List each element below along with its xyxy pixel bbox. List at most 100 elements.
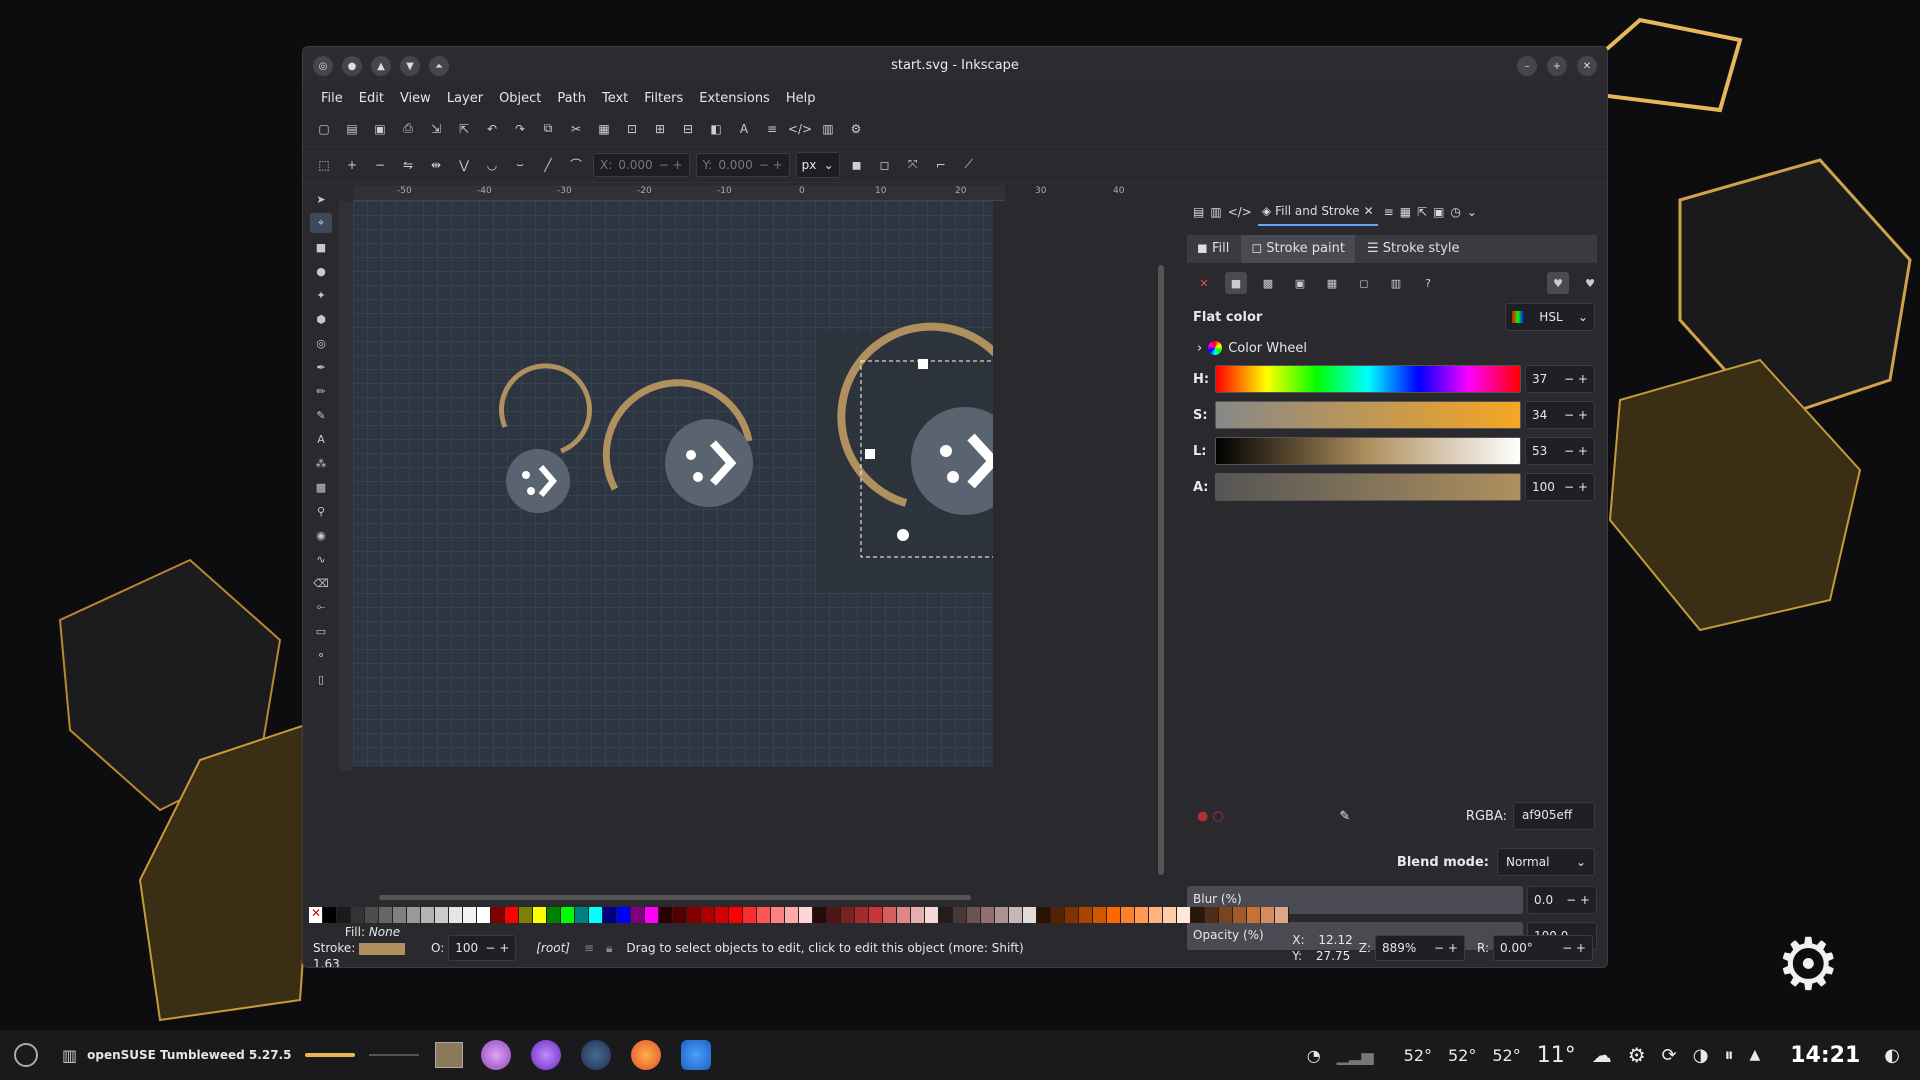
show-mask-icon[interactable]: ◻ — [874, 154, 896, 176]
text-tool-icon[interactable]: A — [310, 429, 332, 449]
palette-swatch[interactable] — [1065, 907, 1079, 923]
drawing-canvas[interactable] — [353, 201, 993, 767]
palette-swatch[interactable] — [757, 907, 771, 923]
palette-swatch[interactable] — [631, 907, 645, 923]
palette-swatch[interactable] — [589, 907, 603, 923]
stepper-icon[interactable]: − + — [759, 158, 783, 172]
saturation-value-field[interactable]: 34 − + — [1525, 401, 1595, 429]
palette-swatch[interactable] — [827, 907, 841, 923]
zoom-field[interactable]: 889% − + — [1374, 935, 1465, 961]
redo-icon[interactable]: ↷ — [509, 118, 531, 140]
flat-color-icon[interactable]: ■ — [1225, 272, 1247, 294]
dock-icon[interactable]: ▥ — [1210, 205, 1221, 219]
color-mode-dropdown[interactable]: HSL ⌄ — [1505, 303, 1595, 331]
open-icon[interactable]: ▤ — [341, 118, 363, 140]
export-icon[interactable]: ⇱ — [1417, 205, 1427, 219]
desktop-thumb-icon[interactable] — [435, 1042, 464, 1068]
zoom-drawing-icon[interactable]: ⊞ — [649, 118, 671, 140]
calligraphy-tool-icon[interactable]: ✎ — [310, 405, 332, 425]
stepper-icon[interactable]: − + — [1564, 480, 1588, 494]
menu-layer[interactable]: Layer — [439, 91, 491, 106]
lock-icon[interactable]: 🔒︎ — [606, 941, 612, 956]
palette-swatch[interactable] — [1051, 907, 1065, 923]
maximize-icon[interactable]: + — [1547, 56, 1567, 76]
palette-swatch[interactable] — [1205, 907, 1219, 923]
dock-icon[interactable]: ▤ — [1193, 205, 1204, 219]
palette-swatch[interactable] — [435, 907, 449, 923]
settings-gear-icon[interactable]: ⚙ — [1628, 1043, 1646, 1067]
palette-swatch[interactable] — [1149, 907, 1163, 923]
system-settings-icon[interactable] — [581, 1040, 612, 1070]
stepper-icon[interactable]: − + — [485, 941, 509, 955]
menu-extensions[interactable]: Extensions — [691, 91, 778, 106]
menu-file[interactable]: File — [313, 91, 351, 106]
spray-tool-icon[interactable]: ⁂ — [310, 453, 332, 473]
transform-handles-icon[interactable]: ⤧ — [902, 154, 924, 176]
palette-swatch[interactable] — [547, 907, 561, 923]
palette-swatch[interactable] — [659, 907, 673, 923]
palette-swatch[interactable] — [687, 907, 701, 923]
palette-swatch[interactable] — [351, 907, 365, 923]
line-segment-icon[interactable]: ╱ — [537, 154, 559, 176]
break-path-icon[interactable]: ⇹ — [425, 154, 447, 176]
layers-icon[interactable]: ≡ — [584, 941, 594, 955]
pencil-tool-icon[interactable]: ✏ — [310, 381, 332, 401]
palette-swatch[interactable] — [785, 907, 799, 923]
pager-icon[interactable]: ▥ — [62, 1046, 77, 1065]
rgba-input[interactable]: af905eff — [1513, 802, 1595, 830]
dolphin-icon[interactable] — [681, 1040, 712, 1070]
stepper-icon[interactable]: − + — [1564, 372, 1588, 386]
rectangle-tool-icon[interactable]: ■ — [310, 237, 332, 257]
palette-swatch[interactable] — [841, 907, 855, 923]
menu-help[interactable]: Help — [778, 91, 824, 106]
hue-value-field[interactable]: 37 − + — [1525, 365, 1595, 393]
history-icon[interactable]: ◷ — [1450, 205, 1460, 219]
stepper-icon[interactable]: − + — [659, 158, 683, 172]
star-tool-icon[interactable]: ✦ — [310, 285, 332, 305]
palette-swatch[interactable] — [869, 907, 883, 923]
stepper-icon[interactable]: − + — [1562, 941, 1586, 955]
x-coordinate-field[interactable]: X: 0.000 − + — [593, 152, 690, 177]
palette-swatch[interactable] — [1093, 907, 1107, 923]
tab-fill-and-stroke[interactable]: ◈ Fill and Stroke ✕ — [1257, 198, 1378, 226]
palette-swatch[interactable] — [799, 907, 813, 923]
undo-icon[interactable]: ↶ — [481, 118, 503, 140]
palette-swatch[interactable] — [323, 907, 337, 923]
palette-swatch[interactable] — [379, 907, 393, 923]
dropper-tool-icon[interactable]: ⚲ — [310, 501, 332, 521]
preferences-icon[interactable]: ⚙ — [845, 118, 867, 140]
palette-swatch[interactable] — [393, 907, 407, 923]
rotate-field[interactable]: 0.00° − + — [1493, 935, 1593, 961]
palette-swatch[interactable] — [1037, 907, 1051, 923]
close-icon[interactable]: ✕ — [1364, 204, 1374, 218]
menu-path[interactable]: Path — [549, 91, 594, 106]
palette-none-swatch[interactable]: ✕ — [309, 906, 323, 923]
cpu-graph-icon[interactable]: ▁▂▅ — [1337, 1046, 1374, 1065]
connector-tool-icon[interactable]: ⟜ — [310, 597, 332, 617]
cusp-node-icon[interactable]: ⋁ — [453, 154, 475, 176]
zoom-tool-icon[interactable]: ⚬ — [310, 645, 332, 665]
palette-swatch[interactable] — [505, 907, 519, 923]
layers-icon[interactable]: ≡ — [761, 118, 783, 140]
palette-swatch[interactable] — [701, 907, 715, 923]
mesh-tool-icon[interactable]: ▩ — [310, 477, 332, 497]
palette-swatch[interactable] — [939, 907, 953, 923]
smooth-node-icon[interactable]: ◡ — [481, 154, 503, 176]
palette-swatch[interactable] — [365, 907, 379, 923]
saturation-slider[interactable] — [1215, 401, 1521, 429]
minimize-icon[interactable]: – — [1517, 56, 1537, 76]
objects-icon[interactable]: ▦ — [1400, 205, 1411, 219]
paint-bucket-tool-icon[interactable]: ◉ — [310, 525, 332, 545]
measure-tool-icon[interactable]: ▭ — [310, 621, 332, 641]
blur-value-field[interactable]: 0.0 − + — [1527, 886, 1597, 914]
pattern-icon[interactable]: ◻ — [1353, 272, 1375, 294]
close-icon[interactable]: ✕ — [1577, 56, 1597, 76]
palette-swatch[interactable] — [1177, 907, 1191, 923]
eyedropper-icon[interactable]: ✎ — [1339, 809, 1350, 824]
node-tool-icon[interactable]: ⌖ — [310, 213, 332, 233]
text-font-icon[interactable]: A — [733, 118, 755, 140]
y-coordinate-field[interactable]: Y: 0.000 − + — [695, 152, 790, 177]
fill-rule-evenodd-icon[interactable]: ♥ — [1547, 272, 1569, 294]
media-pause-icon[interactable]: ⏸ — [1724, 1045, 1733, 1066]
zoom-selection-icon[interactable]: ⊡ — [621, 118, 643, 140]
